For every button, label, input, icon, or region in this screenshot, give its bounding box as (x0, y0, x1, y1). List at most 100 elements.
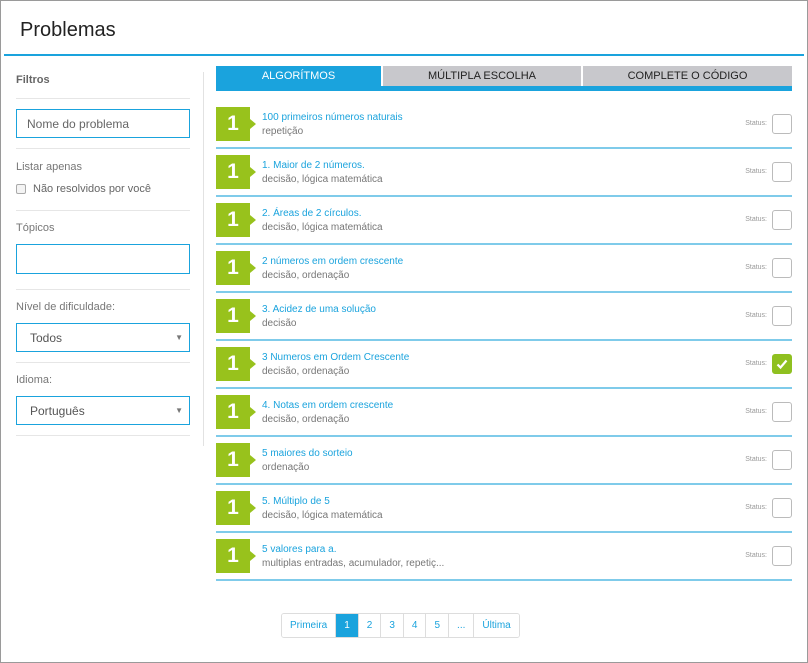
problem-row[interactable]: 1 5. Múltiplo de 5 decisão, lógica matemát… (216, 485, 792, 533)
level-badge: 1 (216, 491, 250, 525)
page-button[interactable]: 1 (336, 614, 359, 637)
problem-row[interactable]: 1 5 valores para a. multiplas entradas, ac… (216, 533, 792, 581)
problem-row[interactable]: 1 4. Notas em ordem crescente decisão, ord… (216, 389, 792, 437)
level-badge: 1 (216, 251, 250, 285)
status-checkbox[interactable] (772, 546, 792, 566)
badge-arrow (250, 407, 256, 417)
page-button[interactable]: 5 (426, 614, 450, 637)
problem-name-link[interactable]: 5 valores para a. (262, 544, 337, 555)
status-label: Status: (745, 456, 767, 463)
status-label: Status: (745, 408, 767, 415)
difficulty-label: Nível de dificuldade: (16, 301, 116, 313)
status-checkbox[interactable] (772, 498, 792, 518)
status-checkbox[interactable] (772, 450, 792, 470)
page-title: Problemas (20, 19, 116, 41)
page-button[interactable]: 4 (403, 614, 427, 637)
status-label: Status: (745, 216, 767, 223)
tab-complete-o-codigo[interactable]: COMPLETE O CÓDIGO (583, 66, 792, 86)
problem-tags: decisão, ordenação (262, 366, 350, 377)
level-badge: 1 (216, 395, 250, 429)
problem-tags: decisão, lógica matemática (262, 174, 383, 185)
filters-divider (16, 98, 190, 99)
pagination: Primeira 1 2 3 4 5... Última (281, 613, 520, 638)
topics-input[interactable] (16, 244, 190, 274)
status-checkbox[interactable] (772, 258, 792, 278)
problem-tags: decisão, lógica matemática (262, 222, 383, 233)
problem-row[interactable]: 1 3 Numeros em Ordem Crescente decisão, or… (216, 341, 792, 389)
page-button[interactable]: 3 (381, 614, 404, 637)
problem-name-link[interactable]: 1. Maior de 2 números. (262, 160, 365, 171)
status-label: Status: (745, 504, 767, 511)
status-label: Status: (745, 264, 767, 271)
problem-type-tabs: ALGORÍTMOS MÚLTIPLA ESCOLHA COMPLETE O C… (216, 66, 792, 91)
problem-row[interactable]: 1 5 maiores do sorteio ordenação Status: (216, 437, 792, 485)
problem-name-link[interactable]: 5 maiores do sorteio (262, 448, 353, 459)
status-checkbox[interactable] (772, 114, 792, 134)
problem-name-link[interactable]: 2 números em ordem crescente (262, 256, 403, 267)
status-checkbox[interactable] (772, 162, 792, 182)
check-icon (776, 359, 788, 370)
problem-name-input[interactable] (16, 109, 190, 138)
badge-arrow (250, 359, 256, 369)
page-button[interactable]: 2 (358, 614, 382, 637)
problem-row[interactable]: 1 100 primeiros números naturais repetição… (216, 101, 792, 149)
sidebar-divider (203, 72, 204, 446)
problem-row[interactable]: 1 2. Áreas de 2 círculos. decisão, lógica … (216, 197, 792, 245)
difficulty-select[interactable]: Todos ▼ (16, 323, 190, 352)
topics-label: Tópicos (16, 222, 55, 234)
filters-divider (16, 210, 190, 211)
page-button[interactable]: ... (449, 614, 475, 637)
status-checkbox[interactable] (772, 210, 792, 230)
problem-tags: decisão, lógica matemática (262, 510, 383, 521)
level-badge: 1 (216, 299, 250, 333)
problem-name-link[interactable]: 3 Numeros em Ordem Crescente (262, 352, 409, 363)
problem-row[interactable]: 1 3. Acidez de uma solução decisão Status: (216, 293, 792, 341)
difficulty-value: Todos (30, 331, 63, 345)
problem-row[interactable]: 1 2 números em ordem crescente decisão, or… (216, 245, 792, 293)
language-value: Português (30, 404, 85, 418)
problem-tags: ordenação (262, 462, 310, 473)
unsolved-filter[interactable]: Não resolvidos por você (16, 183, 151, 195)
problem-name-link[interactable]: 2. Áreas de 2 círculos. (262, 208, 362, 219)
badge-arrow (250, 551, 256, 561)
problem-name-link[interactable]: 100 primeiros números naturais (262, 112, 403, 123)
status-label: Status: (745, 552, 767, 559)
filters-divider (16, 148, 190, 149)
problem-name-link[interactable]: 3. Acidez de uma solução (262, 304, 376, 315)
status-checkbox[interactable] (772, 306, 792, 326)
badge-arrow (250, 215, 256, 225)
badge-arrow (250, 455, 256, 465)
header-divider (4, 54, 804, 56)
unsolved-checkbox[interactable] (16, 184, 26, 194)
language-select[interactable]: Português ▼ (16, 396, 190, 425)
status-label: Status: (745, 120, 767, 127)
level-badge: 1 (216, 347, 250, 381)
row-divider (216, 579, 792, 581)
problem-tags: decisão (262, 318, 297, 329)
filters-title: Filtros (16, 74, 50, 86)
problem-name-link[interactable]: 4. Notas em ordem crescente (262, 400, 393, 411)
level-badge: 1 (216, 539, 250, 573)
page-last-button[interactable]: Última (474, 614, 519, 637)
page-first-button[interactable]: Primeira (282, 614, 337, 637)
tab-algoritmos[interactable]: ALGORÍTMOS (216, 66, 381, 86)
level-badge: 1 (216, 443, 250, 477)
tab-multipla-escolha[interactable]: MÚLTIPLA ESCOLHA (383, 66, 581, 86)
status-checkbox[interactable] (772, 354, 792, 374)
status-checkbox[interactable] (772, 402, 792, 422)
list-only-label: Listar apenas (16, 161, 83, 173)
level-badge: 1 (216, 155, 250, 189)
tabs-underline (216, 86, 792, 91)
problem-row[interactable]: 1 1. Maior de 2 números. decisão, lógica m… (216, 149, 792, 197)
problem-name-link[interactable]: 5. Múltiplo de 5 (262, 496, 330, 507)
language-label: Idioma: (16, 374, 53, 386)
status-label: Status: (745, 168, 767, 175)
level-badge: 1 (216, 203, 250, 237)
caret-down-icon: ▼ (175, 333, 183, 342)
badge-arrow (250, 119, 256, 129)
problem-tags: multiplas entradas, acumulador, repetiç.… (262, 558, 445, 569)
level-badge: 1 (216, 107, 250, 141)
status-label: Status: (745, 360, 767, 367)
filters-divider (16, 435, 190, 436)
unsolved-label: Não resolvidos por você (33, 183, 152, 195)
